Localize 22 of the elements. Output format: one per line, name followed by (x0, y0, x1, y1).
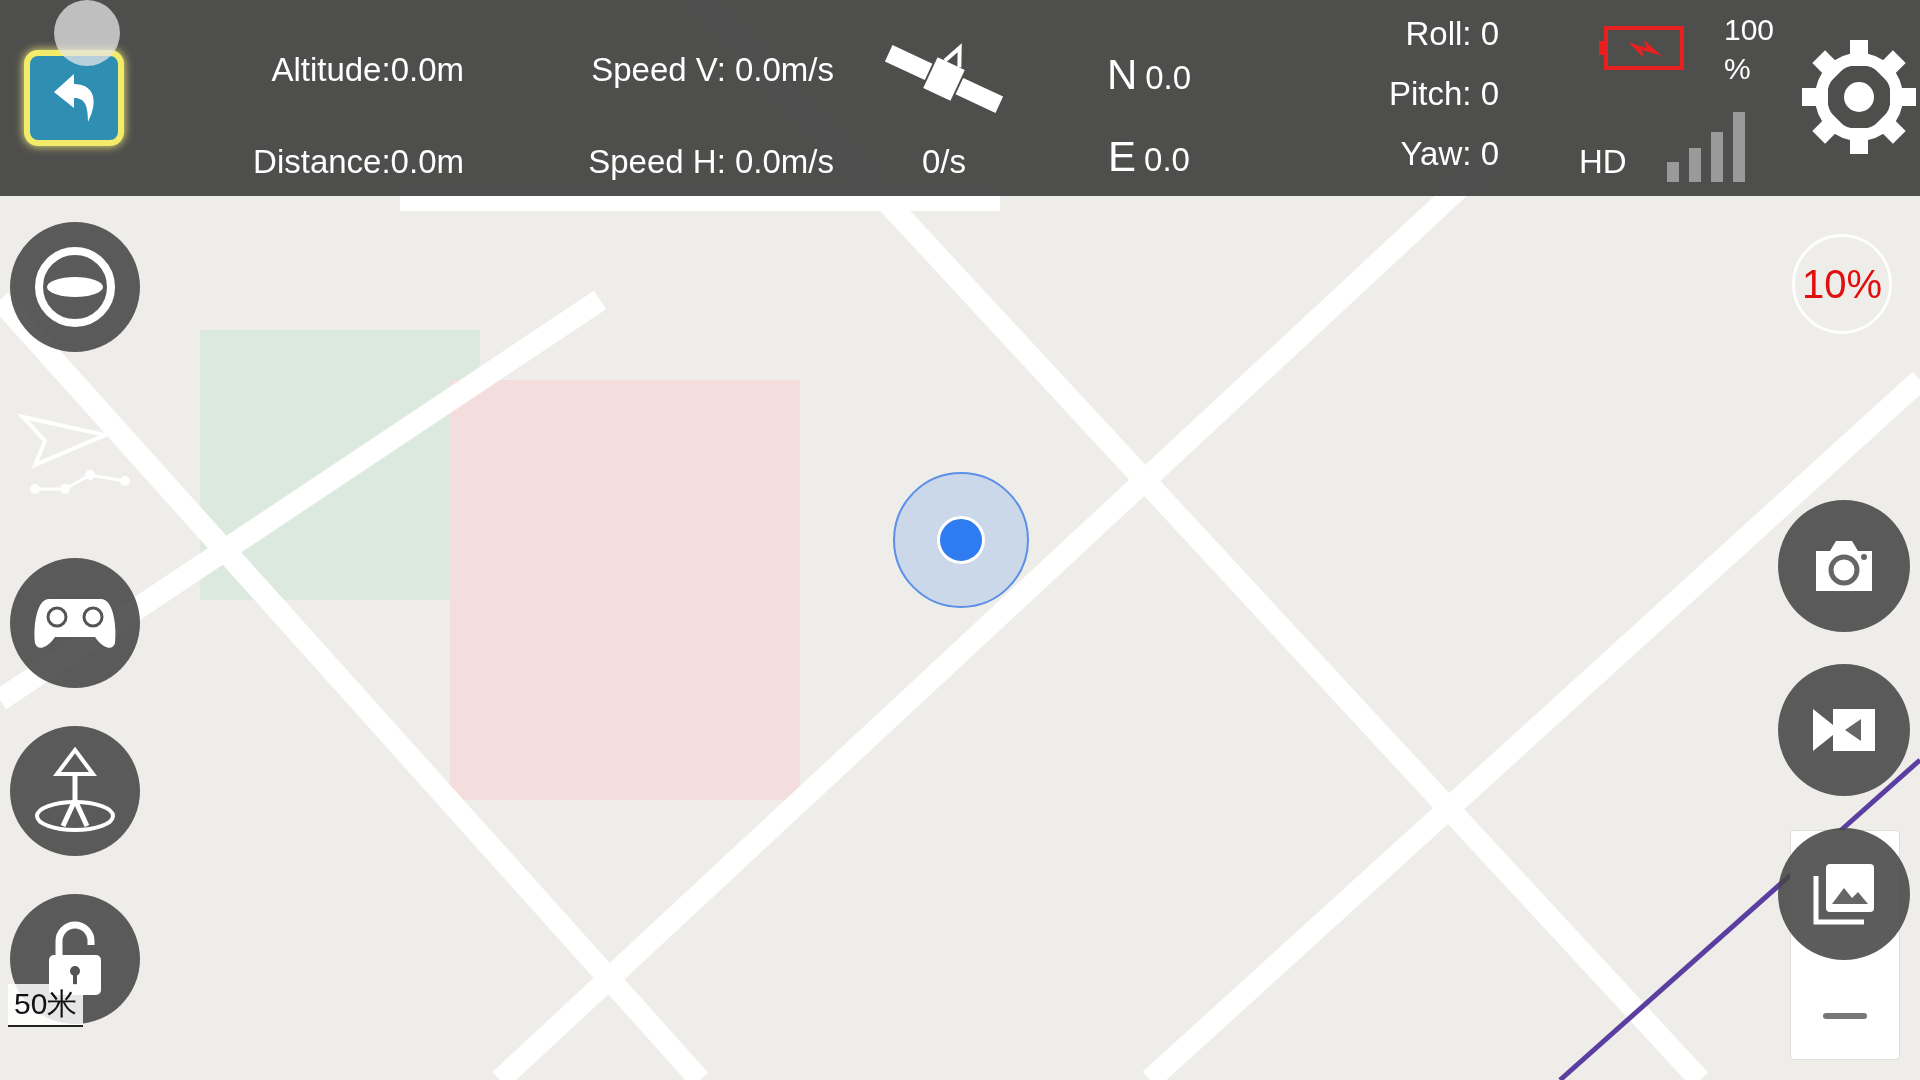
yaw-reading: Yaw: 0 (1400, 134, 1499, 174)
ellipse-icon (33, 245, 117, 329)
gallery-icon (1812, 862, 1876, 926)
zoom-level-indicator: 10% (1792, 234, 1892, 334)
distance-reading: Distance:0.0m (253, 142, 464, 182)
video-quality-label: HD (1579, 142, 1627, 182)
back-button[interactable] (24, 50, 124, 146)
scale-bar: 50米 (8, 984, 84, 1027)
north-label: N (1106, 50, 1138, 100)
pitch-reading: Pitch: 0 (1388, 74, 1499, 114)
horizontal-speed-reading: Speed H: 0.0m/s (588, 142, 834, 182)
altitude-reading: Altitude:0.0m (271, 50, 464, 90)
roll-reading: Roll: 0 (1405, 14, 1499, 54)
satellite-count: 0/s (922, 142, 966, 182)
vertical-speed-reading: Speed V: 0.0m/s (591, 50, 834, 90)
signal-bars-icon (1666, 112, 1747, 182)
east-value: 0.0 (1144, 139, 1190, 180)
battery-percentage: 100 % (1724, 12, 1776, 87)
video-camera-icon (1811, 707, 1877, 753)
settings-icon (1800, 38, 1918, 156)
north-value: 0.0 (1145, 58, 1192, 98)
east-label: E (1108, 131, 1137, 182)
